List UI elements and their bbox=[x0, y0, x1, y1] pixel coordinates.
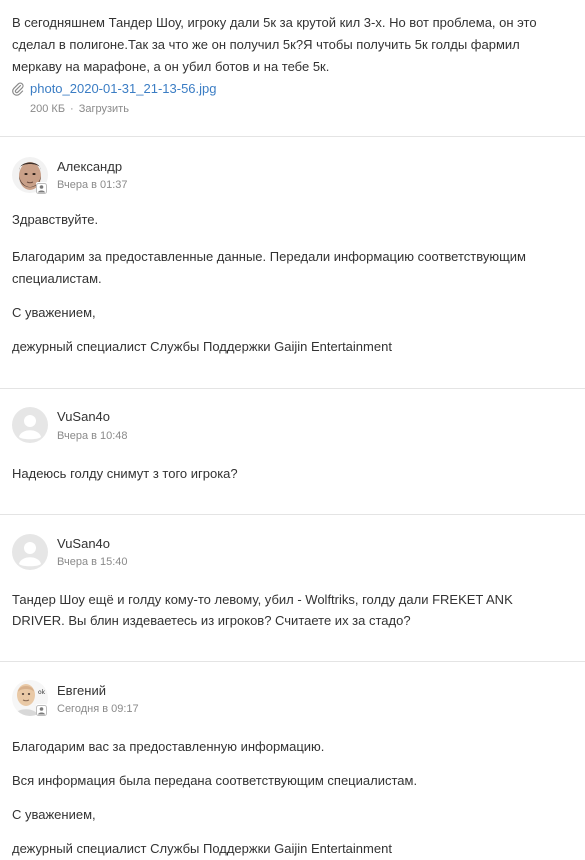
comment-text: С уважением, bbox=[12, 807, 96, 822]
post-time: Вчера в 10:48 bbox=[57, 430, 128, 442]
author-name[interactable]: VuSan4o bbox=[57, 535, 110, 553]
ticket-message: В сегодняшнем Тандер Шоу, игроку дали 5к… bbox=[0, 0, 585, 136]
comment: VuSan4o Вчера в 10:48 Надеюсь голду сним… bbox=[0, 389, 585, 514]
staff-badge-icon bbox=[36, 704, 47, 716]
default-user-icon[interactable] bbox=[12, 534, 48, 570]
message-text-line: меркаву на марафоне, а он убил ботов и н… bbox=[12, 59, 330, 74]
message-text-line: сделал в полигоне.Так за что же он получ… bbox=[12, 37, 520, 52]
post-time: Вчера в 15:40 bbox=[57, 556, 128, 568]
author-name[interactable]: VuSan4o bbox=[57, 408, 110, 426]
attachment-size: 200 КБ bbox=[30, 103, 66, 115]
default-user-icon[interactable] bbox=[12, 407, 48, 443]
download-link[interactable]: Загрузить bbox=[79, 103, 129, 115]
message-text-line: В сегодняшнем Тандер Шоу, игроку дали 5к… bbox=[12, 15, 537, 30]
comment-text: Благодарим вас за предоставленную информ… bbox=[12, 739, 325, 754]
author-name[interactable]: Евгений bbox=[57, 682, 106, 700]
comment-text: DRIVER. Вы блин издеваетесь из игроков? … bbox=[12, 613, 411, 628]
comment-text: Здравствуйте. bbox=[12, 212, 99, 227]
comment-text: специалистам. bbox=[12, 271, 102, 286]
attachment-meta: 200 КБ · Загрузить bbox=[30, 102, 129, 117]
comment-text: Вся информация была передана соответству… bbox=[12, 773, 418, 788]
comment-text: дежурный специалист Службы Поддержки Gai… bbox=[12, 841, 392, 856]
post-time: Вчера в 01:37 bbox=[57, 179, 128, 191]
post-time: Сегодня в 09:17 bbox=[57, 703, 139, 715]
comment-text: Благодарим за предоставленные данные. Пе… bbox=[12, 249, 526, 264]
comment-text: С уважением, bbox=[12, 305, 96, 320]
paperclip-icon bbox=[12, 82, 24, 96]
comment-text: Тандер Шоу ещё и голду кому-то левому, у… bbox=[12, 592, 513, 607]
attachment-link[interactable]: photo_2020-01-31_21-13-56.jpg bbox=[30, 80, 217, 98]
avatar-caption: ok bbox=[38, 689, 46, 696]
comment-text: Надеюсь голду снимут з того игрока? bbox=[12, 466, 238, 481]
staff-badge-icon bbox=[36, 182, 47, 194]
comment: Александр Вчера в 01:37 Здравствуйте. Бл… bbox=[0, 137, 585, 388]
comment: ok Евгений Сегодня в 09:17 Благодарим ва… bbox=[0, 662, 585, 859]
comment: VuSan4o Вчера в 15:40 Тандер Шоу ещё и г… bbox=[0, 515, 585, 661]
author-name[interactable]: Александр bbox=[57, 158, 122, 176]
meta-separator: · bbox=[70, 103, 74, 115]
comment-text: дежурный специалист Службы Поддержки Gai… bbox=[12, 339, 392, 354]
